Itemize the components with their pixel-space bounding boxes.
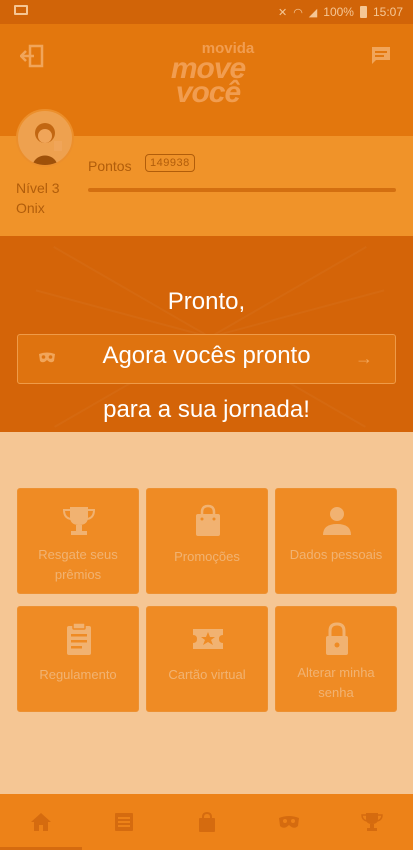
overlay-line-3: para a sua jornada! (103, 396, 310, 423)
overlay-line-2: Agora vocês pronto (102, 342, 311, 369)
app-screen: ✕ ◠ ◢ 100% 15:07 movida move você Nível … (0, 0, 413, 850)
onboarding-overlay[interactable]: Pronto, Agora vocês pronto para a sua jo… (0, 0, 413, 850)
overlay-line-1: Pronto, (167, 288, 246, 315)
